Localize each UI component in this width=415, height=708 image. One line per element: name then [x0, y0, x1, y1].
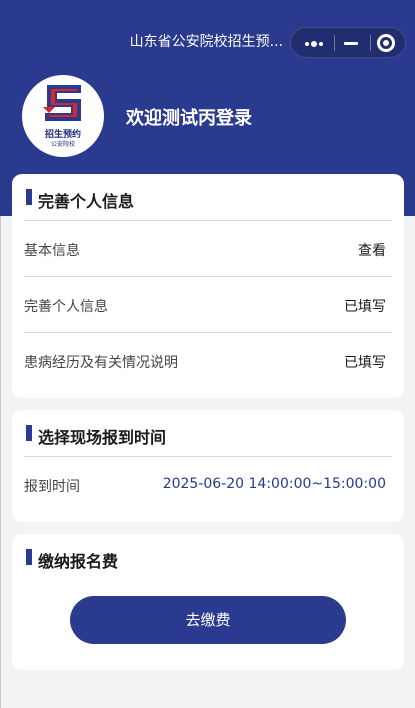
- status-filled[interactable]: 已填写: [344, 352, 386, 372]
- section-marker: [26, 189, 32, 205]
- miniprogram-capsule: [290, 27, 406, 58]
- personal-info-card: 完善个人信息 基本信息 查看 完善个人信息 已填写 患病经历及有关情况说明 已填…: [12, 174, 404, 398]
- welcome-message: 欢迎测试丙登录: [126, 108, 252, 129]
- report-time-value[interactable]: 2025-06-20 14:00:00~15:00:00: [163, 476, 386, 492]
- view-link[interactable]: 查看: [358, 240, 386, 260]
- logo-s-emblem-icon: [43, 85, 81, 121]
- row-label: 报到时间: [24, 479, 80, 495]
- section-title-text: 完善个人信息: [38, 192, 135, 211]
- divider: [24, 276, 392, 277]
- minimize-icon[interactable]: [342, 36, 362, 50]
- section-marker: [26, 425, 32, 441]
- divider: [24, 220, 392, 221]
- status-filled[interactable]: 已填写: [344, 296, 386, 316]
- section-title-text: 缴纳报名费: [38, 552, 119, 571]
- school-logo: 招生预约 公安院校: [22, 75, 104, 157]
- row-label: 基本信息: [24, 243, 80, 259]
- payment-card: 缴纳报名费 去缴费: [12, 534, 404, 670]
- row-label: 患病经历及有关情况说明: [24, 355, 178, 371]
- more-dots-icon[interactable]: [303, 36, 325, 50]
- capsule-divider: [334, 35, 335, 51]
- page-title: 山东省公安院校招生预...: [129, 34, 283, 50]
- pay-button[interactable]: 去缴费: [70, 596, 346, 644]
- divider: [24, 456, 392, 457]
- section-marker: [26, 549, 32, 565]
- row-label: 完善个人信息: [24, 299, 108, 315]
- capsule-divider: [370, 35, 371, 51]
- target-close-icon[interactable]: [377, 34, 395, 52]
- section-title-text: 选择现场报到时间: [38, 428, 167, 447]
- report-time-card: 选择现场报到时间 报到时间 2025-06-20 14:00:00~15:00:…: [12, 410, 404, 522]
- logo-text-secondary: 公安院校: [50, 141, 75, 148]
- divider: [24, 332, 392, 333]
